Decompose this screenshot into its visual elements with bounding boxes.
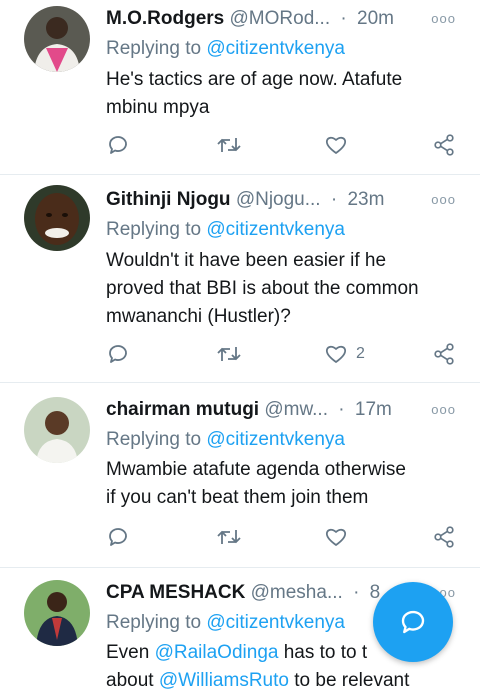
heart-icon — [325, 345, 347, 363]
tweet-text: He's tactics are of age now. Atafute mbi… — [106, 66, 456, 122]
compose-reply-fab-icon — [401, 610, 425, 634]
mention-link[interactable]: @citizentvkenya — [206, 612, 345, 633]
reply-button[interactable] — [106, 340, 130, 368]
action-bar — [106, 131, 456, 159]
reply-button[interactable] — [106, 523, 130, 551]
replying-to-line: Replying to @citizentvkenya — [106, 218, 345, 242]
reply-icon — [109, 528, 127, 546]
more-dots-icon[interactable]: ooo — [431, 7, 456, 31]
author-name[interactable]: chairman mutugi — [106, 399, 259, 420]
mention-link[interactable]: @RailaOdinga — [155, 642, 279, 663]
compose-reply-button[interactable] — [373, 582, 453, 662]
more-dots-icon[interactable]: ooo — [431, 188, 456, 212]
separator-dot: · — [338, 399, 345, 420]
avatar[interactable] — [24, 580, 90, 646]
timestamp: 17m — [354, 399, 392, 420]
separator-dot: · — [353, 582, 360, 603]
like-button[interactable] — [324, 131, 356, 159]
avatar[interactable] — [24, 185, 90, 251]
retweet-icon — [217, 138, 241, 152]
replying-to-line: Replying to @citizentvkenya — [106, 428, 345, 452]
retweet-icon — [217, 347, 241, 361]
replying-to-line: Replying to @citizentvkenya — [106, 611, 345, 635]
share-icon — [434, 526, 454, 548]
author-handle[interactable]: @Njogu... — [236, 189, 321, 210]
replying-label: Replying to — [106, 612, 202, 633]
separator-dot: · — [330, 189, 338, 210]
text-segment: has to to t — [278, 642, 368, 663]
author-handle[interactable]: @MORod... — [230, 8, 331, 29]
tweet-text-line: if you can't beat them join them — [106, 487, 369, 508]
avatar[interactable] — [24, 6, 90, 72]
like-button[interactable] — [324, 523, 356, 551]
text-segment: Even — [106, 642, 155, 663]
action-bar: 2 — [106, 340, 456, 368]
mention-link[interactable]: @citizentvkenya — [206, 38, 345, 59]
tweet-header: chairman mutugi @mw... · 17m ooo — [106, 398, 456, 422]
avatar[interactable] — [24, 397, 90, 463]
text-segment: about — [106, 670, 159, 691]
author-name[interactable]: Githinji Njogu — [106, 189, 231, 210]
tweet-text-line: mbinu mpya — [106, 97, 210, 118]
tweet-text-line: Wouldn't it have been easier if he — [106, 250, 387, 271]
author-handle[interactable]: @mw... — [264, 399, 328, 420]
more-dots-icon[interactable]: ooo — [431, 398, 456, 422]
heart-icon — [325, 136, 347, 154]
share-button[interactable] — [432, 340, 456, 368]
reply-button[interactable] — [106, 131, 130, 159]
reply-icon — [109, 136, 127, 154]
mention-link[interactable]: @WilliamsRuto — [159, 670, 289, 691]
timestamp: 20m — [357, 8, 394, 29]
tweet-3[interactable]: chairman mutugi @mw... · 17m ooo Replyin… — [0, 383, 480, 568]
tweet-text-line: Mwambie atafute agenda otherwise — [106, 459, 406, 480]
mention-link[interactable]: @citizentvkenya — [206, 429, 345, 450]
replying-label: Replying to — [106, 429, 202, 450]
separator-dot: · — [340, 8, 347, 29]
share-button[interactable] — [432, 131, 456, 159]
replying-label: Replying to — [106, 38, 202, 59]
tweet-text-line: mwananchi (Hustler)? — [106, 306, 291, 327]
heart-icon — [325, 528, 347, 546]
tweet-2[interactable]: Githinji Njogu @Njogu... · 23m ooo Reply… — [0, 175, 480, 383]
text-segment: to be relevant — [288, 670, 410, 691]
retweet-button[interactable] — [216, 340, 242, 368]
replying-to-line: Replying to @citizentvkenya — [106, 37, 345, 61]
share-icon — [434, 134, 454, 156]
retweet-button[interactable] — [216, 523, 242, 551]
author-name[interactable]: CPA MESHACK — [106, 582, 245, 603]
tweet-1[interactable]: M.O.Rodgers @MORod... · 20m ooo Replying… — [0, 0, 480, 175]
timestamp: 23m — [347, 189, 385, 210]
tweet-text: Wouldn't it have been easier if he prove… — [106, 247, 456, 331]
author-handle[interactable]: @mesha... — [251, 582, 343, 603]
tweet-header: Githinji Njogu @Njogu... · 23m ooo — [106, 188, 456, 212]
tweet-text-line: He's tactics are of age now. Atafute — [106, 69, 403, 90]
replying-label: Replying to — [106, 219, 202, 240]
tweet-header: M.O.Rodgers @MORod... · 20m ooo — [106, 7, 456, 31]
retweet-button[interactable] — [216, 131, 242, 159]
tweet-text: Mwambie atafute agenda otherwise if you … — [106, 456, 456, 512]
reply-icon — [109, 345, 127, 363]
share-button[interactable] — [432, 523, 456, 551]
tweet-text-line: proved that BBI is about the common — [106, 278, 419, 299]
like-count: 2 — [356, 345, 365, 362]
retweet-icon — [217, 530, 241, 544]
share-icon — [434, 343, 454, 365]
author-name[interactable]: M.O.Rodgers — [106, 8, 224, 29]
action-bar — [106, 523, 456, 551]
like-button[interactable]: 2 — [324, 340, 365, 368]
mention-link[interactable]: @citizentvkenya — [206, 219, 345, 240]
